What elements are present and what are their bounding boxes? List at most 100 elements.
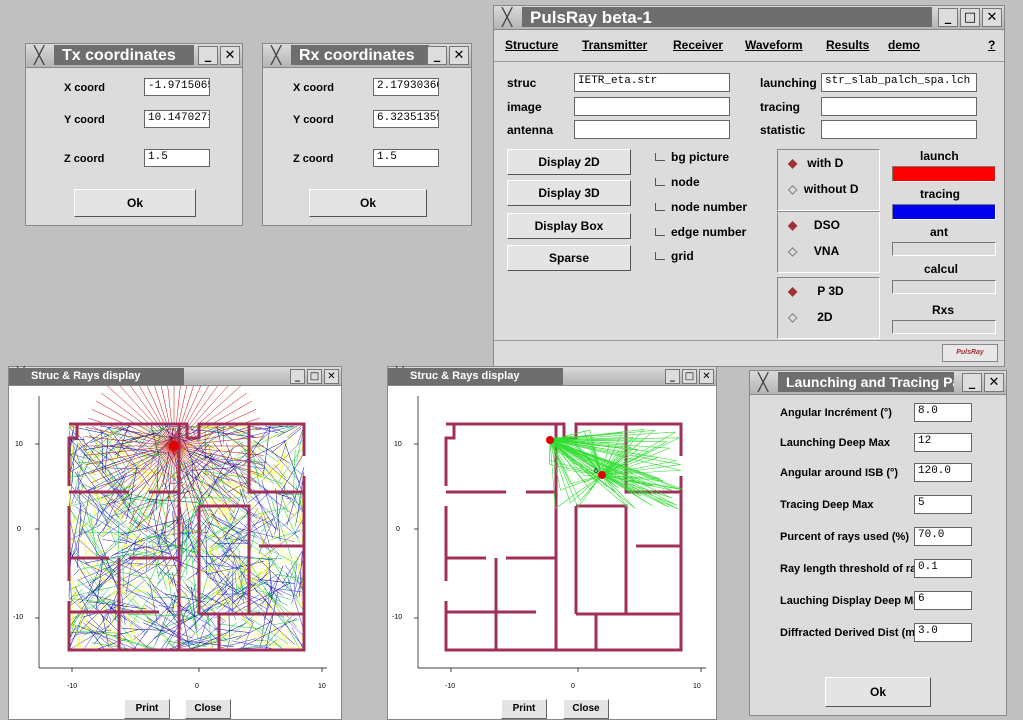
window-title: Struc & Rays display <box>388 368 563 385</box>
checkbox-label: node <box>671 175 700 189</box>
statistic-field[interactable] <box>821 120 977 139</box>
menu-receiver[interactable]: Receiver <box>673 38 723 52</box>
title-bar[interactable]: ╳ Struc & Rays display _□✕ <box>9 367 341 386</box>
antenna-field[interactable] <box>574 120 730 139</box>
parameter-field[interactable]: 6 <box>914 591 972 610</box>
maximize-icon[interactable]: □ <box>960 8 980 27</box>
menu-transmitter[interactable]: Transmitter <box>582 38 647 52</box>
ok-button[interactable]: Ok <box>309 189 427 217</box>
close-icon[interactable]: ✕ <box>449 46 469 65</box>
z-coord-label: Z coord <box>293 153 334 165</box>
struc-label: struc <box>507 76 537 90</box>
print-button[interactable]: Print <box>124 699 170 719</box>
struc-field[interactable]: IETR_eta.str <box>574 73 730 92</box>
without-d-radio[interactable]: ◇ without D <box>788 182 859 196</box>
maximize-icon[interactable]: □ <box>682 369 697 384</box>
y-coord-label: Y coord <box>64 114 105 126</box>
close-icon[interactable]: ✕ <box>220 46 240 65</box>
close-icon[interactable]: ✕ <box>982 8 1002 27</box>
pulsray-main-window: ╳ PulsRay beta-1 _ □ ✕ Structure Transmitt… <box>493 5 1005 367</box>
bg-picture-checkbox[interactable]: bg picture <box>655 150 729 164</box>
image-field[interactable] <box>574 97 730 116</box>
launching-tracing-parameters-window: ╳ Launching and Tracing Parameters _✕ An… <box>749 370 1007 716</box>
z-coord-field[interactable]: 1.5 <box>144 149 210 167</box>
minimize-icon[interactable]: _ <box>198 46 218 65</box>
z-coord-field[interactable]: 1.5 <box>373 149 439 167</box>
parameter-field[interactable]: 0.1 <box>914 559 972 578</box>
title-bar[interactable]: ╳ Tx coordinates _ ✕ <box>26 44 242 68</box>
calcul-status-label: calcul <box>924 262 959 276</box>
x-logo-icon: ╳ <box>758 373 769 393</box>
menu-results[interactable]: Results <box>826 38 869 52</box>
window-title: PulsRay beta-1 <box>522 7 932 27</box>
y-coord-field[interactable]: 10.14702715 <box>144 110 210 128</box>
parameter-field[interactable]: 70.0 <box>914 527 972 546</box>
ok-button[interactable]: Ok <box>825 677 931 707</box>
close-icon[interactable]: ✕ <box>699 369 714 384</box>
y-coord-label: Y coord <box>293 114 334 126</box>
statistic-label: statistic <box>760 123 806 137</box>
minimize-icon[interactable]: _ <box>427 46 447 65</box>
parameter-label: Angular Incrément (°) <box>780 407 892 419</box>
floorplan-plot-sparse-rays <box>414 396 706 672</box>
x-tick-label: 0 <box>571 683 575 690</box>
vna-radio[interactable]: ◇ VNA <box>788 244 839 258</box>
menu-help[interactable]: ? <box>988 38 995 52</box>
title-bar[interactable]: ╳ Launching and Tracing Parameters _✕ <box>750 371 1006 395</box>
checkbox-label: grid <box>671 249 694 263</box>
parameter-field[interactable]: 8.0 <box>914 403 972 422</box>
minimize-icon[interactable]: _ <box>938 8 958 27</box>
edge-number-checkbox[interactable]: edge number <box>655 225 746 239</box>
title-bar[interactable]: ╳ PulsRay beta-1 _ □ ✕ <box>494 6 1004 30</box>
node-number-checkbox[interactable]: node number <box>655 200 747 214</box>
close-button[interactable]: Close <box>563 699 609 719</box>
x-coord-field[interactable]: -1.97150658 <box>144 78 210 96</box>
parameter-label: Ray length threshold of rays <box>780 563 929 575</box>
maximize-icon[interactable]: □ <box>307 369 322 384</box>
ok-button[interactable]: Ok <box>74 189 196 217</box>
title-bar[interactable]: ╳ Struc & Rays display _□✕ <box>388 367 716 386</box>
grid-checkbox[interactable]: grid <box>655 249 694 263</box>
display-box-button[interactable]: Display Box <box>507 213 631 239</box>
display-2d-button[interactable]: Display 2D <box>507 149 631 175</box>
print-button[interactable]: Print <box>501 699 547 719</box>
close-icon[interactable]: ✕ <box>984 373 1004 392</box>
y-tick-label: 10 <box>15 441 23 448</box>
y-tick-label: -10 <box>392 614 403 621</box>
menu-demo[interactable]: demo <box>888 38 920 52</box>
parameter-label: Purcent of rays used (%) <box>780 531 909 543</box>
radio-empty-icon: ◇ <box>788 182 798 196</box>
close-icon[interactable]: ✕ <box>324 369 339 384</box>
tracing-field[interactable] <box>821 97 977 116</box>
with-d-radio[interactable]: ◆ with D <box>788 156 843 170</box>
parameter-field[interactable]: 120.0 <box>914 463 972 482</box>
struc-rays-display-window-1: ╳ Struc & Rays display _□✕ 10 0 -10 -10 … <box>8 366 342 720</box>
minimize-icon[interactable]: _ <box>290 369 305 384</box>
y-tick-label: 10 <box>394 441 402 448</box>
window-title: Rx coordinates <box>291 45 429 65</box>
close-button[interactable]: Close <box>185 699 231 719</box>
x-tick-label: -10 <box>445 683 456 690</box>
radio-selected-icon: ◆ <box>788 284 798 298</box>
menu-waveform[interactable]: Waveform <box>745 38 803 52</box>
tx-coordinates-window: ╳ Tx coordinates _✕ X coord -1.97150658 … <box>25 43 243 226</box>
parameter-field[interactable]: 3.0 <box>914 623 972 642</box>
display-3d-button[interactable]: Display 3D <box>507 180 631 206</box>
node-checkbox[interactable]: node <box>655 175 700 189</box>
tracing-progress-bar <box>892 204 996 220</box>
x-coord-field[interactable]: 2.179303605 <box>373 78 439 96</box>
menu-structure[interactable]: Structure <box>505 38 558 52</box>
minimize-icon[interactable]: _ <box>962 373 982 392</box>
title-bar[interactable]: ╳ Rx coordinates _ ✕ <box>263 44 471 68</box>
radio-label: VNA <box>813 244 840 258</box>
ant-status-label: ant <box>930 225 948 239</box>
sparse-button[interactable]: Sparse <box>507 245 631 271</box>
parameter-field[interactable]: 5 <box>914 495 972 514</box>
p3d-radio[interactable]: ◆ P 3D <box>788 284 844 298</box>
2d-radio[interactable]: ◇ 2D <box>788 310 833 324</box>
dso-radio[interactable]: ◆ DSO <box>788 218 840 232</box>
launching-field[interactable]: str_slab_palch_spa.lch <box>821 73 977 92</box>
y-coord-field[interactable]: 6.323513592 <box>373 110 439 128</box>
parameter-field[interactable]: 12 <box>914 433 972 452</box>
minimize-icon[interactable]: _ <box>665 369 680 384</box>
